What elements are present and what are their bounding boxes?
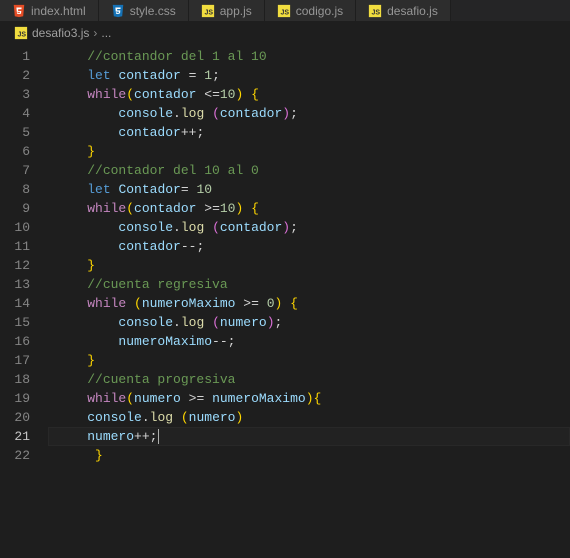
line-number: 16 (0, 332, 48, 351)
breadcrumb-symbol: ... (101, 26, 111, 40)
code-line[interactable]: console.log (numero) (48, 408, 570, 427)
tab-desafio-js[interactable]: JS desafio.js (356, 0, 451, 22)
line-number: 15 (0, 313, 48, 332)
code-line[interactable]: } (48, 446, 570, 465)
code-line[interactable]: //contador del 10 al 0 (48, 161, 570, 180)
code-line[interactable]: } (48, 351, 570, 370)
breadcrumb-file: desafio3.js (32, 26, 89, 40)
line-number: 14 (0, 294, 48, 313)
line-number: 8 (0, 180, 48, 199)
editor-tabs: index.htmlstyle.cssJSapp.jsJScodigo.jsJS… (0, 0, 570, 22)
line-number: 10 (0, 218, 48, 237)
code-editor[interactable]: 12345678910111213141516171819202122 //co… (0, 44, 570, 465)
breadcrumb-separator: › (93, 26, 97, 40)
js-icon: JS (277, 4, 291, 18)
line-number: 4 (0, 104, 48, 123)
code-line[interactable]: while(contador <=10) { (48, 85, 570, 104)
svg-text:JS: JS (280, 10, 289, 17)
code-line[interactable]: let Contador= 10 (48, 180, 570, 199)
code-line[interactable]: numero++; (48, 427, 570, 446)
line-number: 5 (0, 123, 48, 142)
line-number: 6 (0, 142, 48, 161)
tab-label: app.js (220, 4, 252, 18)
svg-text:JS: JS (372, 10, 381, 17)
code-line[interactable]: //cuenta progresiva (48, 370, 570, 389)
js-icon: JS (14, 26, 28, 40)
tab-label: index.html (31, 4, 86, 18)
code-line[interactable]: contador--; (48, 237, 570, 256)
line-number: 18 (0, 370, 48, 389)
line-number: 2 (0, 66, 48, 85)
code-line[interactable]: console.log (contador); (48, 218, 570, 237)
tab-index-html[interactable]: index.html (0, 0, 99, 22)
line-number: 13 (0, 275, 48, 294)
line-number-gutter: 12345678910111213141516171819202122 (0, 44, 48, 465)
code-line[interactable]: while(numero >= numeroMaximo){ (48, 389, 570, 408)
code-content[interactable]: //contandor del 1 al 10 let contador = 1… (48, 44, 570, 465)
code-line[interactable]: while (numeroMaximo >= 0) { (48, 294, 570, 313)
tab-label: codigo.js (296, 4, 343, 18)
code-line[interactable]: //cuenta regresiva (48, 275, 570, 294)
svg-text:JS: JS (18, 32, 27, 39)
line-number: 1 (0, 47, 48, 66)
html-icon (12, 4, 26, 18)
code-line[interactable]: } (48, 256, 570, 275)
js-icon: JS (201, 4, 215, 18)
tab-codigo-js[interactable]: JS codigo.js (265, 0, 356, 22)
tab-app-js[interactable]: JS app.js (189, 0, 265, 22)
line-number: 20 (0, 408, 48, 427)
breadcrumb[interactable]: JS desafio3.js › ... (0, 22, 570, 44)
tab-style-css[interactable]: style.css (99, 0, 189, 22)
line-number: 21 (0, 427, 48, 446)
line-number: 11 (0, 237, 48, 256)
line-number: 17 (0, 351, 48, 370)
tab-label: desafio.js (387, 4, 438, 18)
line-number: 7 (0, 161, 48, 180)
line-number: 19 (0, 389, 48, 408)
line-number: 3 (0, 85, 48, 104)
code-line[interactable]: numeroMaximo--; (48, 332, 570, 351)
code-line[interactable]: } (48, 142, 570, 161)
line-number: 9 (0, 199, 48, 218)
css-icon (111, 4, 125, 18)
js-icon: JS (368, 4, 382, 18)
text-cursor (158, 429, 159, 444)
code-line[interactable]: console.log (contador); (48, 104, 570, 123)
svg-text:JS: JS (204, 10, 213, 17)
line-number: 22 (0, 446, 48, 465)
code-line[interactable]: let contador = 1; (48, 66, 570, 85)
code-line[interactable]: //contandor del 1 al 10 (48, 47, 570, 66)
code-line[interactable]: console.log (numero); (48, 313, 570, 332)
tab-label: style.css (130, 4, 176, 18)
code-line[interactable]: while(contador >=10) { (48, 199, 570, 218)
line-number: 12 (0, 256, 48, 275)
code-line[interactable]: contador++; (48, 123, 570, 142)
